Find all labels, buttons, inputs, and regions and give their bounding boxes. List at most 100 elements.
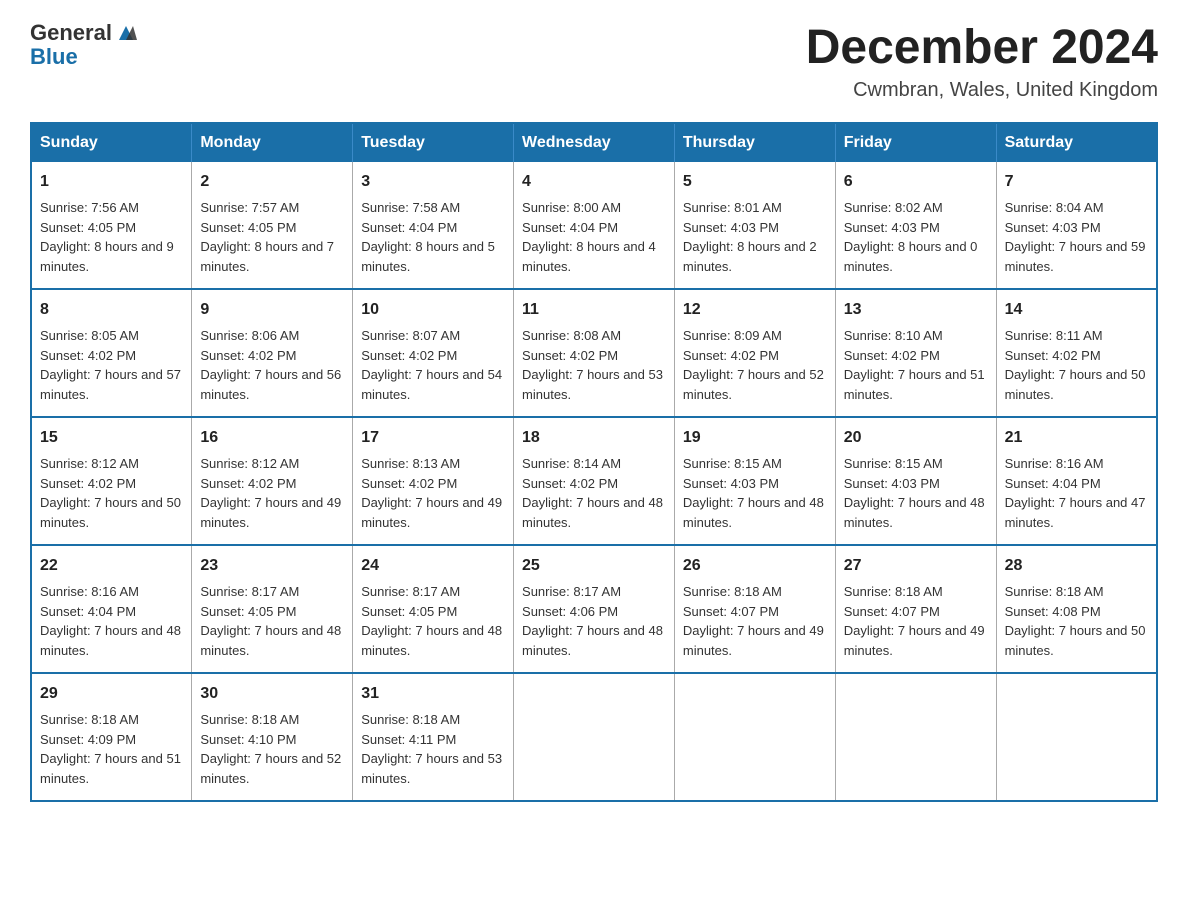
day-info: Sunrise: 8:09 AMSunset: 4:02 PMDaylight:… [683, 328, 824, 402]
day-info: Sunrise: 8:18 AMSunset: 4:07 PMDaylight:… [844, 584, 985, 658]
day-info: Sunrise: 8:07 AMSunset: 4:02 PMDaylight:… [361, 328, 502, 402]
day-info: Sunrise: 8:15 AMSunset: 4:03 PMDaylight:… [844, 456, 985, 530]
calendar-cell: 17Sunrise: 8:13 AMSunset: 4:02 PMDayligh… [353, 417, 514, 545]
calendar-table: SundayMondayTuesdayWednesdayThursdayFrid… [30, 122, 1158, 802]
calendar-cell: 9 Sunrise: 8:06 AMSunset: 4:02 PMDaylight… [192, 289, 353, 417]
day-number: 22 [40, 554, 183, 578]
calendar-cell: 18 Sunrise: 8:14 AMSunset: 4:02 PMDayligh… [514, 417, 675, 545]
day-info: Sunrise: 8:16 AMSunset: 4:04 PMDaylight:… [40, 584, 181, 658]
calendar-week-row: 29Sunrise: 8:18 AMSunset: 4:09 PMDayligh… [31, 673, 1157, 801]
day-info: Sunrise: 8:17 AMSunset: 4:06 PMDaylight:… [522, 584, 663, 658]
calendar-cell: 15 Sunrise: 8:12 AMSunset: 4:02 PMDayligh… [31, 417, 192, 545]
col-header-sunday: Sunday [31, 123, 192, 162]
calendar-cell: 23 Sunrise: 8:17 AMSunset: 4:05 PMDayligh… [192, 545, 353, 673]
calendar-cell: 29Sunrise: 8:18 AMSunset: 4:09 PMDayligh… [31, 673, 192, 801]
day-info: Sunrise: 8:05 AMSunset: 4:02 PMDaylight:… [40, 328, 181, 402]
month-title: December 2024 [806, 20, 1158, 75]
calendar-cell [996, 673, 1157, 801]
location-title: Cwmbran, Wales, United Kingdom [806, 79, 1158, 102]
day-info: Sunrise: 8:14 AMSunset: 4:02 PMDaylight:… [522, 456, 663, 530]
day-number: 2 [200, 170, 344, 194]
calendar-cell: 4 Sunrise: 8:00 AMSunset: 4:04 PMDaylight… [514, 162, 675, 289]
logo-blue-text: Blue [30, 44, 78, 70]
logo: General Blue [30, 20, 137, 70]
day-number: 26 [683, 554, 827, 578]
calendar-week-row: 15 Sunrise: 8:12 AMSunset: 4:02 PMDayligh… [31, 417, 1157, 545]
day-number: 4 [522, 170, 666, 194]
calendar-cell: 24Sunrise: 8:17 AMSunset: 4:05 PMDayligh… [353, 545, 514, 673]
day-number: 19 [683, 426, 827, 450]
day-info: Sunrise: 8:17 AMSunset: 4:05 PMDaylight:… [361, 584, 502, 658]
day-number: 9 [200, 298, 344, 322]
day-info: Sunrise: 8:16 AMSunset: 4:04 PMDaylight:… [1005, 456, 1146, 530]
day-info: Sunrise: 8:12 AMSunset: 4:02 PMDaylight:… [40, 456, 181, 530]
calendar-cell: 12 Sunrise: 8:09 AMSunset: 4:02 PMDayligh… [674, 289, 835, 417]
day-number: 12 [683, 298, 827, 322]
day-number: 28 [1005, 554, 1148, 578]
calendar-cell: 28Sunrise: 8:18 AMSunset: 4:08 PMDayligh… [996, 545, 1157, 673]
calendar-cell: 13 Sunrise: 8:10 AMSunset: 4:02 PMDayligh… [835, 289, 996, 417]
day-number: 21 [1005, 426, 1148, 450]
day-info: Sunrise: 8:17 AMSunset: 4:05 PMDaylight:… [200, 584, 341, 658]
calendar-cell: 10Sunrise: 8:07 AMSunset: 4:02 PMDayligh… [353, 289, 514, 417]
calendar-cell: 21 Sunrise: 8:16 AMSunset: 4:04 PMDayligh… [996, 417, 1157, 545]
calendar-cell: 27 Sunrise: 8:18 AMSunset: 4:07 PMDayligh… [835, 545, 996, 673]
day-number: 11 [522, 298, 666, 322]
logo-general-text: General [30, 20, 112, 46]
col-header-monday: Monday [192, 123, 353, 162]
logo-icon [115, 22, 137, 44]
calendar-cell [835, 673, 996, 801]
calendar-cell: 2 Sunrise: 7:57 AMSunset: 4:05 PMDaylight… [192, 162, 353, 289]
calendar-week-row: 8 Sunrise: 8:05 AMSunset: 4:02 PMDaylight… [31, 289, 1157, 417]
calendar-cell: 22 Sunrise: 8:16 AMSunset: 4:04 PMDayligh… [31, 545, 192, 673]
day-number: 5 [683, 170, 827, 194]
day-info: Sunrise: 8:01 AMSunset: 4:03 PMDaylight:… [683, 200, 817, 274]
day-info: Sunrise: 8:04 AMSunset: 4:03 PMDaylight:… [1005, 200, 1146, 274]
calendar-cell: 30 Sunrise: 8:18 AMSunset: 4:10 PMDayligh… [192, 673, 353, 801]
day-number: 14 [1005, 298, 1148, 322]
calendar-cell: 6Sunrise: 8:02 AMSunset: 4:03 PMDaylight… [835, 162, 996, 289]
calendar-cell: 16Sunrise: 8:12 AMSunset: 4:02 PMDayligh… [192, 417, 353, 545]
calendar-cell: 8 Sunrise: 8:05 AMSunset: 4:02 PMDaylight… [31, 289, 192, 417]
day-number: 27 [844, 554, 988, 578]
calendar-cell: 19 Sunrise: 8:15 AMSunset: 4:03 PMDayligh… [674, 417, 835, 545]
day-number: 18 [522, 426, 666, 450]
day-info: Sunrise: 8:06 AMSunset: 4:02 PMDaylight:… [200, 328, 341, 402]
calendar-week-row: 1Sunrise: 7:56 AMSunset: 4:05 PMDaylight… [31, 162, 1157, 289]
day-number: 3 [361, 170, 505, 194]
calendar-cell: 20 Sunrise: 8:15 AMSunset: 4:03 PMDayligh… [835, 417, 996, 545]
calendar-cell [674, 673, 835, 801]
title-block: December 2024 Cwmbran, Wales, United Kin… [806, 20, 1158, 102]
day-info: Sunrise: 8:11 AMSunset: 4:02 PMDaylight:… [1005, 328, 1146, 402]
day-number: 23 [200, 554, 344, 578]
day-number: 13 [844, 298, 988, 322]
day-info: Sunrise: 8:12 AMSunset: 4:02 PMDaylight:… [200, 456, 341, 530]
day-info: Sunrise: 8:00 AMSunset: 4:04 PMDaylight:… [522, 200, 656, 274]
day-number: 6 [844, 170, 988, 194]
day-number: 25 [522, 554, 666, 578]
day-info: Sunrise: 8:18 AMSunset: 4:11 PMDaylight:… [361, 712, 502, 786]
day-number: 30 [200, 682, 344, 706]
day-info: Sunrise: 8:18 AMSunset: 4:10 PMDaylight:… [200, 712, 341, 786]
day-info: Sunrise: 7:57 AMSunset: 4:05 PMDaylight:… [200, 200, 334, 274]
day-number: 20 [844, 426, 988, 450]
day-number: 15 [40, 426, 183, 450]
day-number: 8 [40, 298, 183, 322]
col-header-friday: Friday [835, 123, 996, 162]
day-info: Sunrise: 8:15 AMSunset: 4:03 PMDaylight:… [683, 456, 824, 530]
day-number: 7 [1005, 170, 1148, 194]
col-header-tuesday: Tuesday [353, 123, 514, 162]
col-header-wednesday: Wednesday [514, 123, 675, 162]
calendar-header-row: SundayMondayTuesdayWednesdayThursdayFrid… [31, 123, 1157, 162]
col-header-saturday: Saturday [996, 123, 1157, 162]
day-info: Sunrise: 8:18 AMSunset: 4:09 PMDaylight:… [40, 712, 181, 786]
calendar-cell: 3 Sunrise: 7:58 AMSunset: 4:04 PMDaylight… [353, 162, 514, 289]
day-info: Sunrise: 8:10 AMSunset: 4:02 PMDaylight:… [844, 328, 985, 402]
page-header: General Blue December 2024 Cwmbran, Wale… [30, 20, 1158, 102]
day-number: 1 [40, 170, 183, 194]
calendar-cell: 5 Sunrise: 8:01 AMSunset: 4:03 PMDaylight… [674, 162, 835, 289]
day-info: Sunrise: 7:58 AMSunset: 4:04 PMDaylight:… [361, 200, 495, 274]
calendar-cell: 26Sunrise: 8:18 AMSunset: 4:07 PMDayligh… [674, 545, 835, 673]
calendar-cell: 31Sunrise: 8:18 AMSunset: 4:11 PMDayligh… [353, 673, 514, 801]
day-info: Sunrise: 8:13 AMSunset: 4:02 PMDaylight:… [361, 456, 502, 530]
